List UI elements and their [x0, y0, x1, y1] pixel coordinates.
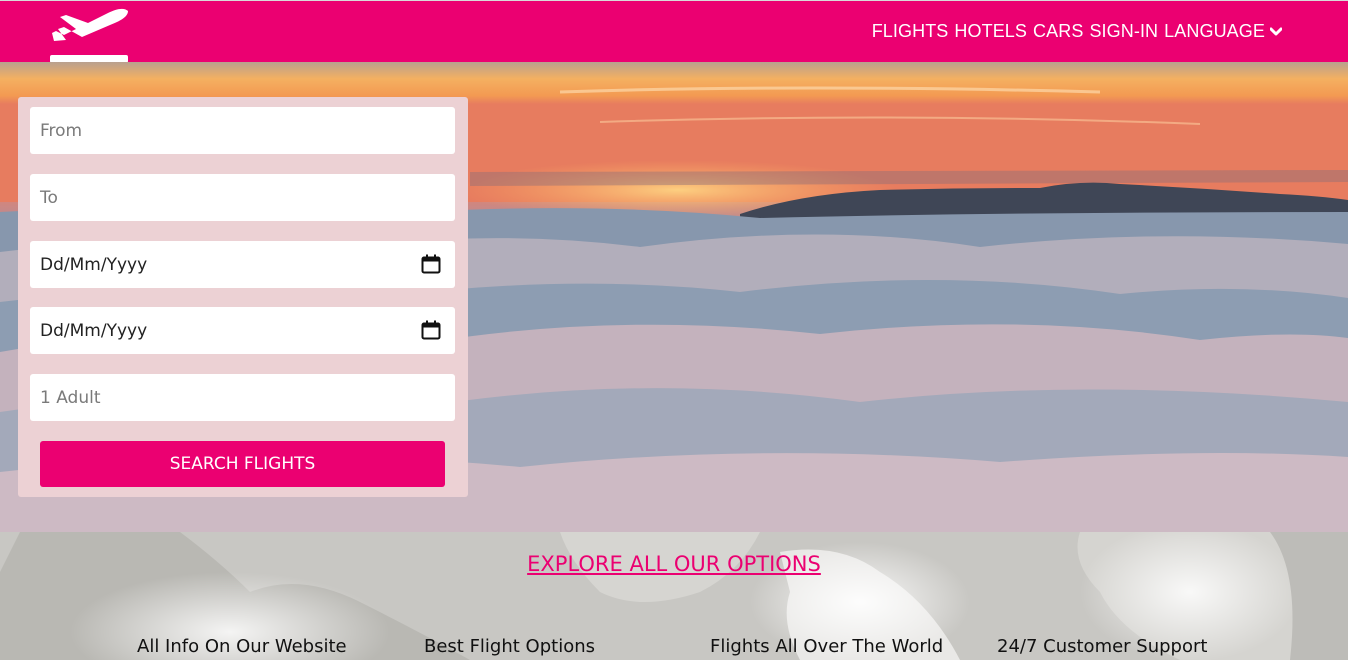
- depart-date-input[interactable]: Dd/Mm/Yyyy: [30, 241, 455, 288]
- top-navbar: FLIGHTS HOTELS CARS SIGN-IN LANGUAGE: [0, 0, 1348, 63]
- flight-search-form: From To Dd/Mm/Yyyy Dd/Mm/Yyyy 1 Adult SE…: [18, 97, 468, 497]
- explore-section: EXPLORE ALL OUR OPTIONS All Info On Our …: [0, 532, 1348, 660]
- nav-flights[interactable]: FLIGHTS: [872, 21, 949, 42]
- return-date-input[interactable]: Dd/Mm/Yyyy: [30, 307, 455, 354]
- hero-sunset-image: From To Dd/Mm/Yyyy Dd/Mm/Yyyy 1 Adult SE…: [0, 62, 1348, 532]
- main-nav: FLIGHTS HOTELS CARS SIGN-IN LANGUAGE: [872, 21, 1282, 42]
- nav-language[interactable]: LANGUAGE: [1164, 21, 1282, 42]
- nav-sign-in[interactable]: SIGN-IN: [1089, 21, 1158, 42]
- passengers-input[interactable]: 1 Adult: [30, 374, 455, 421]
- depart-date-value: Dd/Mm/Yyyy: [40, 254, 148, 275]
- feature-worldwide: Flights All Over The World: [710, 636, 944, 657]
- explore-options-link[interactable]: EXPLORE ALL OUR OPTIONS: [0, 552, 1348, 576]
- nav-cars[interactable]: CARS: [1033, 21, 1083, 42]
- passengers-placeholder: 1 Adult: [40, 387, 101, 408]
- feature-best-options: Best Flight Options: [424, 636, 595, 657]
- from-placeholder: From: [40, 120, 83, 141]
- calendar-icon[interactable]: [421, 320, 441, 340]
- feature-all-info: All Info On Our Website: [137, 636, 347, 657]
- from-input[interactable]: From: [30, 107, 455, 154]
- to-input[interactable]: To: [30, 174, 455, 221]
- airplane-takeoff-icon[interactable]: [48, 5, 130, 63]
- to-placeholder: To: [40, 187, 58, 208]
- nav-hotels[interactable]: HOTELS: [954, 21, 1027, 42]
- feature-support: 24/7 Customer Support: [997, 636, 1208, 657]
- nav-language-label: LANGUAGE: [1164, 21, 1265, 41]
- search-flights-button[interactable]: SEARCH FLIGHTS: [40, 441, 445, 487]
- chevron-down-icon: [1270, 27, 1282, 35]
- calendar-icon[interactable]: [421, 254, 441, 274]
- return-date-value: Dd/Mm/Yyyy: [40, 320, 148, 341]
